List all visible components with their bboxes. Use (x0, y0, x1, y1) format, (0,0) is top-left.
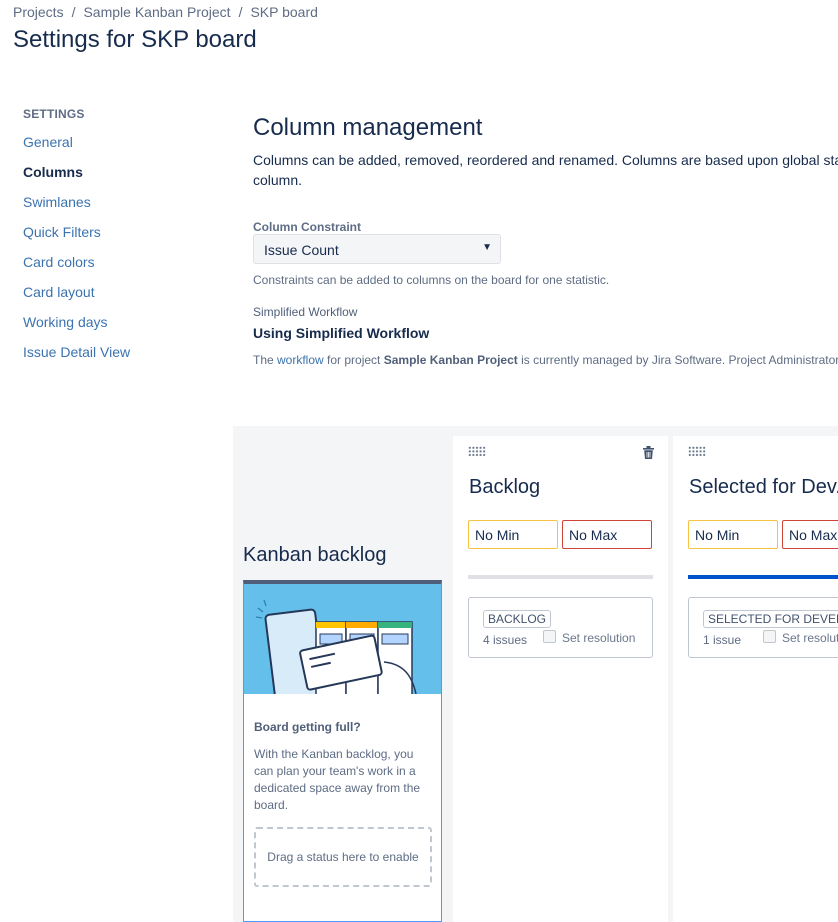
drag-handle-icon[interactable] (688, 446, 706, 456)
workflow-text: The (253, 353, 278, 367)
breadcrumb-board[interactable]: SKP board (250, 4, 317, 20)
workflow-title: Using Simplified Workflow (253, 325, 430, 341)
status-issue-count: 1 issue (703, 633, 742, 647)
status-card[interactable]: BACKLOG 4 issues Set resolution (468, 597, 653, 658)
sidebar-item-general[interactable]: General (23, 132, 130, 162)
column-status-bar (468, 575, 653, 579)
workflow-description: The workflow for project Sample Kanban P… (253, 353, 838, 367)
column-max-input[interactable]: No Max (562, 520, 652, 549)
set-resolution-checkbox[interactable]: Set resolution (763, 630, 838, 645)
status-card[interactable]: SELECTED FOR DEVEL... 1 issue Set resolu… (688, 597, 838, 658)
sidebar-item-issue-detail-view[interactable]: Issue Detail View (23, 342, 130, 372)
board-illustration (244, 584, 441, 694)
trash-icon[interactable] (643, 446, 654, 464)
checkbox-icon[interactable] (763, 630, 776, 643)
column-status-bar (688, 575, 838, 579)
workflow-label: Simplified Workflow (253, 305, 358, 319)
breadcrumb-separator: / (71, 4, 76, 20)
breadcrumb-separator: / (238, 4, 243, 20)
workflow-text: for project (323, 353, 384, 367)
board-column[interactable]: Backlog No Min No Max BACKLOG 4 issues S… (453, 436, 668, 922)
column-min-input[interactable]: No Min (468, 520, 558, 549)
set-resolution-checkbox[interactable]: Set resolution (543, 630, 635, 645)
sidebar-item-card-layout[interactable]: Card layout (23, 282, 130, 312)
breadcrumb-projects[interactable]: Projects (13, 4, 64, 20)
workflow-link[interactable]: workflow (277, 353, 324, 367)
sidebar-item-card-colors[interactable]: Card colors (23, 252, 130, 282)
workflow-project-name: Sample Kanban Project (383, 353, 518, 367)
column-name[interactable]: Selected for Dev... (689, 476, 838, 499)
section-description: Columns can be added, removed, reordered… (253, 152, 838, 188)
caret-down-icon: ▼ (482, 242, 492, 253)
backlog-dropzone[interactable]: Drag a status here to enable (254, 827, 432, 887)
column-constraint-select[interactable]: Issue Count ▼ (253, 234, 501, 264)
checkbox-icon[interactable] (543, 630, 556, 643)
page-title: Settings for SKP board (13, 26, 257, 53)
backlog-card-text: With the Kanban backlog, you can plan yo… (254, 747, 421, 812)
status-lozenge: BACKLOG (483, 610, 552, 628)
section-title: Column management (253, 114, 483, 141)
set-resolution-label: Set resolution (782, 631, 838, 645)
kanban-backlog-card: Board getting full? With the Kanban back… (243, 580, 442, 922)
backlog-card-title: Board getting full? (254, 720, 361, 734)
board-column[interactable]: Selected for Dev... No Min No Max SELECT… (673, 436, 838, 922)
sidebar-heading: SETTINGS (23, 107, 85, 121)
sidebar-item-swimlanes[interactable]: Swimlanes (23, 192, 130, 222)
sidebar-item-columns[interactable]: Columns (23, 162, 130, 192)
workflow-text: is currently managed by Jira Software. P… (517, 353, 838, 367)
sidebar-item-working-days[interactable]: Working days (23, 312, 130, 342)
breadcrumb-project[interactable]: Sample Kanban Project (83, 4, 230, 20)
status-issue-count: 4 issues (483, 633, 528, 647)
column-constraint-value: Issue Count (264, 242, 339, 258)
constraint-help-text: Constraints can be added to columns on t… (253, 273, 610, 287)
column-max-input[interactable]: No Max (782, 520, 838, 549)
column-min-input[interactable]: No Min (688, 520, 778, 549)
kanban-backlog-title: Kanban backlog (243, 544, 387, 566)
breadcrumb: Projects / Sample Kanban Project / SKP board (13, 4, 318, 20)
set-resolution-label: Set resolution (562, 631, 636, 645)
column-constraint-label: Column Constraint (253, 220, 361, 234)
drag-handle-icon[interactable] (468, 446, 486, 456)
column-name[interactable]: Backlog (469, 476, 540, 499)
sidebar-nav: General Columns Swimlanes Quick Filters … (23, 132, 130, 372)
status-lozenge: SELECTED FOR DEVEL... (703, 610, 838, 628)
sidebar-item-quick-filters[interactable]: Quick Filters (23, 222, 130, 252)
